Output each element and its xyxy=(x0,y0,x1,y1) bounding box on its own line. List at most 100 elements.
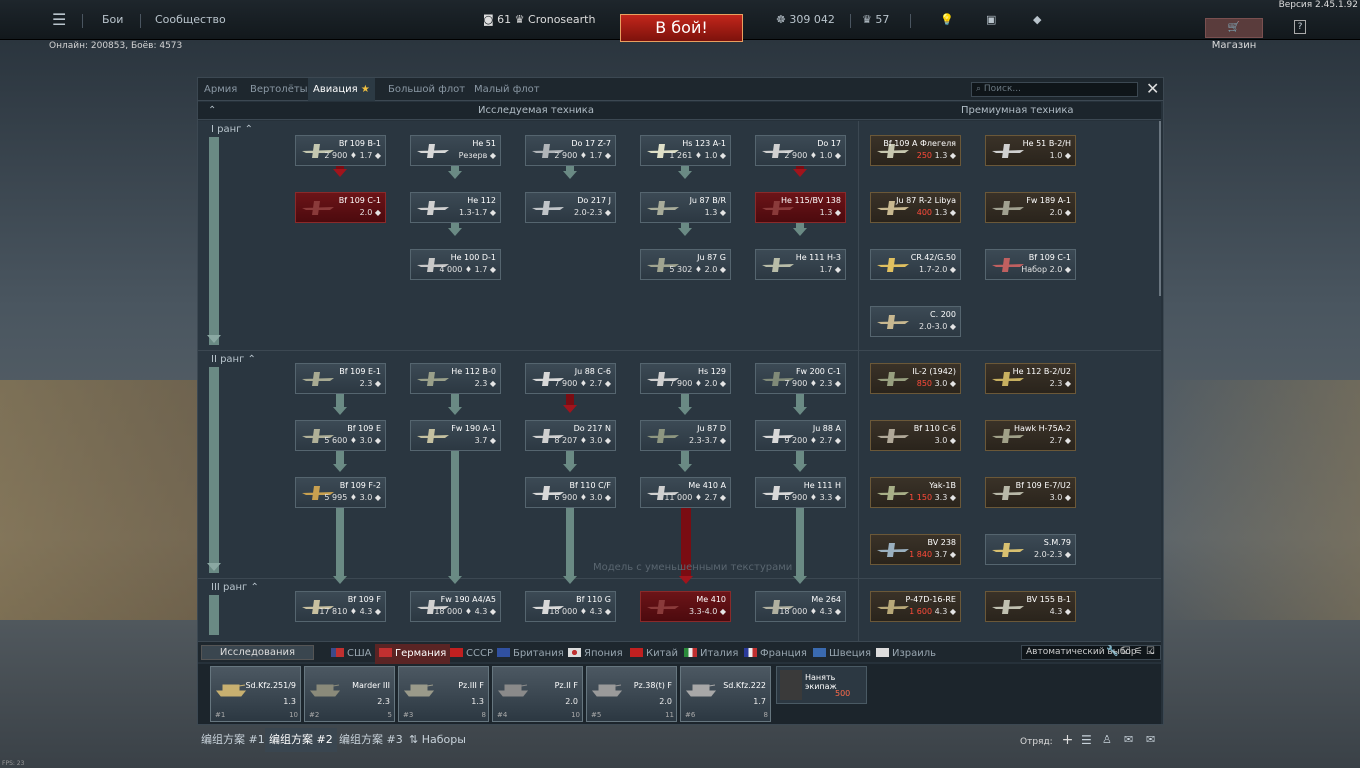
vehicle-card[interactable]: Ju 87 B/R 1.3 ◆ xyxy=(640,192,731,223)
nation-britain[interactable]: Британия xyxy=(497,644,564,664)
nation-sweden[interactable]: Швеция xyxy=(813,644,871,664)
filter-icon[interactable]: ⚟ xyxy=(1134,646,1143,657)
vehicle-card[interactable]: Fw 190 A-1 3.7 ◆ xyxy=(410,420,501,451)
vehicle-card[interactable]: Ju 87 G5 302 ♦ 2.0 ◆ xyxy=(640,249,731,280)
shop-button[interactable]: 🛒Магазин xyxy=(1205,18,1263,51)
premium-card[interactable]: He 112 B-2/U2 2.3 ◆ xyxy=(985,363,1076,394)
player-avatar[interactable]: ◙ 61 ♛ Cronosearth xyxy=(483,0,595,40)
vehicle-card[interactable]: Bf 109 B-1 2 900 ♦ 1.7 ◆ xyxy=(295,135,386,166)
battles-link[interactable]: Бои xyxy=(102,0,123,40)
crew-slot[interactable]: Marder III 2.3 #2 5 xyxy=(304,666,395,722)
check-box-icon[interactable]: ☑ xyxy=(1146,646,1155,657)
hire-crew-button[interactable]: Нанять экипаж 500 xyxy=(776,666,867,704)
premium-card[interactable]: BV 238 1 840 3.7 ◆ xyxy=(870,534,961,565)
plus-icon[interactable]: + xyxy=(1062,732,1074,748)
vehicle-card[interactable]: S.M.79 2.0-2.3 ◆ xyxy=(985,534,1076,565)
premium-card[interactable]: Bf 109 E-7/U2 3.0 ◆ xyxy=(985,477,1076,508)
premium-card[interactable]: He 51 B-2/H 1.0 ◆ xyxy=(985,135,1076,166)
mail-icon[interactable]: ✉ xyxy=(1146,728,1155,752)
presets-button[interactable]: ⇅ Наборы xyxy=(409,728,466,752)
nation-israel[interactable]: Израиль xyxy=(876,644,936,664)
menu-icon[interactable]: ☰ xyxy=(52,0,70,40)
search-input[interactable]: ⌕ Поиск... xyxy=(971,82,1138,97)
help-button[interactable]: ? xyxy=(1294,20,1306,34)
plane-icon xyxy=(530,199,566,217)
tab-bluewater[interactable]: Большой флот xyxy=(388,78,465,101)
nation-ussr[interactable]: СССР xyxy=(450,644,493,664)
vehicle-card[interactable]: He 51 Резерв ◆ xyxy=(410,135,501,166)
chat-icon[interactable]: ✉ xyxy=(1124,728,1133,752)
crew-slot[interactable]: Pz.III F 1.3 #3 8 xyxy=(398,666,489,722)
premium-card[interactable]: Hawk H-75A-2 2.7 ◆ xyxy=(985,420,1076,451)
vehicle-card[interactable]: Ju 87 D 2.3-3.7 ◆ xyxy=(640,420,731,451)
vehicle-card[interactable]: Hs 129 7 900 ♦ 2.0 ◆ xyxy=(640,363,731,394)
preset-tab[interactable]: 编组方案 #2 xyxy=(265,728,337,752)
vehicle-card[interactable]: Ju 88 C-6 7 900 ♦ 2.7 ◆ xyxy=(525,363,616,394)
vehicle-card[interactable]: Bf 109 F 17 810 ♦ 4.3 ◆ xyxy=(295,591,386,622)
vehicle-card[interactable]: Me 410 A 11 000 ♦ 2.7 ◆ xyxy=(640,477,731,508)
tank-icon xyxy=(403,679,435,697)
vehicle-card[interactable]: Do 17 Z-7 2 900 ♦ 1.7 ◆ xyxy=(525,135,616,166)
vehicle-card[interactable]: Do 217 J 2.0-2.3 ◆ xyxy=(525,192,616,223)
nation-usa[interactable]: США xyxy=(331,644,372,664)
vehicle-card[interactable]: Ju 88 A9 200 ♦ 2.7 ◆ xyxy=(755,420,846,451)
vehicle-card[interactable]: C. 200 2.0-3.0 ◆ xyxy=(870,306,961,337)
chest-icon[interactable]: ▣ xyxy=(986,0,996,40)
premium-card[interactable]: BV 155 B-1 4.3 ◆ xyxy=(985,591,1076,622)
collapse-icon[interactable]: ⌃ xyxy=(208,102,216,120)
vehicle-card[interactable]: Me 410 3.3-4.0 ◆ xyxy=(640,591,731,622)
vehicle-card[interactable]: Bf 109 F-2 5 995 ♦ 3.0 ◆ xyxy=(295,477,386,508)
vehicle-card[interactable]: CR.42/G.50 1.7-2.0 ◆ xyxy=(870,249,961,280)
premium-card[interactable]: Ju 87 R-2 Libya 400 1.3 ◆ xyxy=(870,192,961,223)
wrench-icon[interactable]: 🔧 xyxy=(1106,646,1118,657)
checkmark-icon[interactable]: ☑ xyxy=(1122,646,1131,657)
vehicle-card[interactable]: Fw 190 A4/A5 18 000 ♦ 4.3 ◆ xyxy=(410,591,501,622)
tab-coastal[interactable]: Малый флот xyxy=(474,78,540,101)
ticket-icon[interactable]: ◆ xyxy=(1033,0,1041,40)
list-icon[interactable]: ☰ xyxy=(1081,728,1092,752)
vehicle-card[interactable]: Fw 200 C-1 7 900 ♦ 2.3 ◆ xyxy=(755,363,846,394)
vehicle-card[interactable]: He 112 B-0 2.3 ◆ xyxy=(410,363,501,394)
to-battle-button[interactable]: В бой! xyxy=(620,14,743,42)
vehicle-card[interactable]: Bf 109 C-1 2.0 ◆ xyxy=(295,192,386,223)
vehicle-card[interactable]: Bf 109 E5 600 ♦ 3.0 ◆ xyxy=(295,420,386,451)
premium-card[interactable]: Fw 189 A-1 2.0 ◆ xyxy=(985,192,1076,223)
crew-slot[interactable]: Pz.38(t) F 2.0 #5 11 xyxy=(586,666,677,722)
nation-japan[interactable]: Япония xyxy=(568,644,623,664)
vehicle-card[interactable]: Do 17 2 900 ♦ 1.0 ◆ xyxy=(755,135,846,166)
premium-card[interactable]: Bf 110 C-6 3.0 ◆ xyxy=(870,420,961,451)
crew-slot[interactable]: Sd.Kfz.222 1.7 #6 8 xyxy=(680,666,771,722)
vehicle-card[interactable]: Me 264 18 000 ♦ 4.3 ◆ xyxy=(755,591,846,622)
tab-aviation[interactable]: Авиация ★ xyxy=(308,78,375,101)
premium-card[interactable]: Bf 109 A Флегеля 250 1.3 ◆ xyxy=(870,135,961,166)
close-icon[interactable]: ✕ xyxy=(1146,81,1160,97)
golden-eagles[interactable]: ♛ 57 xyxy=(862,0,889,40)
nation-italy[interactable]: Италия xyxy=(684,644,738,664)
vehicle-card[interactable]: Bf 110 G 18 000 ♦ 4.3 ◆ xyxy=(525,591,616,622)
vehicle-card[interactable]: He 111 H6 900 ♦ 3.3 ◆ xyxy=(755,477,846,508)
vehicle-card[interactable]: Hs 123 A-1 1 261 ♦ 1.0 ◆ xyxy=(640,135,731,166)
preset-tab[interactable]: 编组方案 #1 xyxy=(201,728,265,752)
tab-helicopters[interactable]: Вертолёты xyxy=(250,78,308,101)
premium-card[interactable]: P-47D-16-RE 1 600 4.3 ◆ xyxy=(870,591,961,622)
vehicle-card[interactable]: Bf 109 C-1 Набор 2.0 ◆ xyxy=(985,249,1076,280)
vehicle-card[interactable]: Bf 110 C/F 6 900 ♦ 3.0 ◆ xyxy=(525,477,616,508)
vehicle-card[interactable]: He 100 D-1 4 000 ♦ 1.7 ◆ xyxy=(410,249,501,280)
community-link[interactable]: Сообщество xyxy=(155,0,226,40)
tab-army[interactable]: Армия xyxy=(204,78,237,101)
nation-china[interactable]: Китай xyxy=(630,644,678,664)
nation-france[interactable]: Франция xyxy=(744,644,807,664)
nation-germany[interactable]: Германия xyxy=(375,644,451,664)
vehicle-card[interactable]: Bf 109 E-1 2.3 ◆ xyxy=(295,363,386,394)
friends-icon[interactable]: ♙ xyxy=(1102,728,1112,752)
premium-card[interactable]: Yak-1B 1 150 3.3 ◆ xyxy=(870,477,961,508)
crew-slot[interactable]: Sd.Kfz.251/9 1.3 #1 10 xyxy=(210,666,301,722)
vehicle-card[interactable]: He 112 1.3-1.7 ◆ xyxy=(410,192,501,223)
lightbulb-icon[interactable]: 💡 xyxy=(940,0,954,40)
premium-card[interactable]: IL-2 (1942) 850 3.0 ◆ xyxy=(870,363,961,394)
vehicle-card[interactable]: He 115/BV 138 1.3 ◆ xyxy=(755,192,846,223)
vehicle-card[interactable]: Do 217 N8 207 ♦ 3.0 ◆ xyxy=(525,420,616,451)
preset-tab[interactable]: 编组方案 #3 xyxy=(339,728,403,752)
vehicle-card[interactable]: He 111 H-3 1.7 ◆ xyxy=(755,249,846,280)
crew-slot[interactable]: Pz.II F 2.0 #4 10 xyxy=(492,666,583,722)
